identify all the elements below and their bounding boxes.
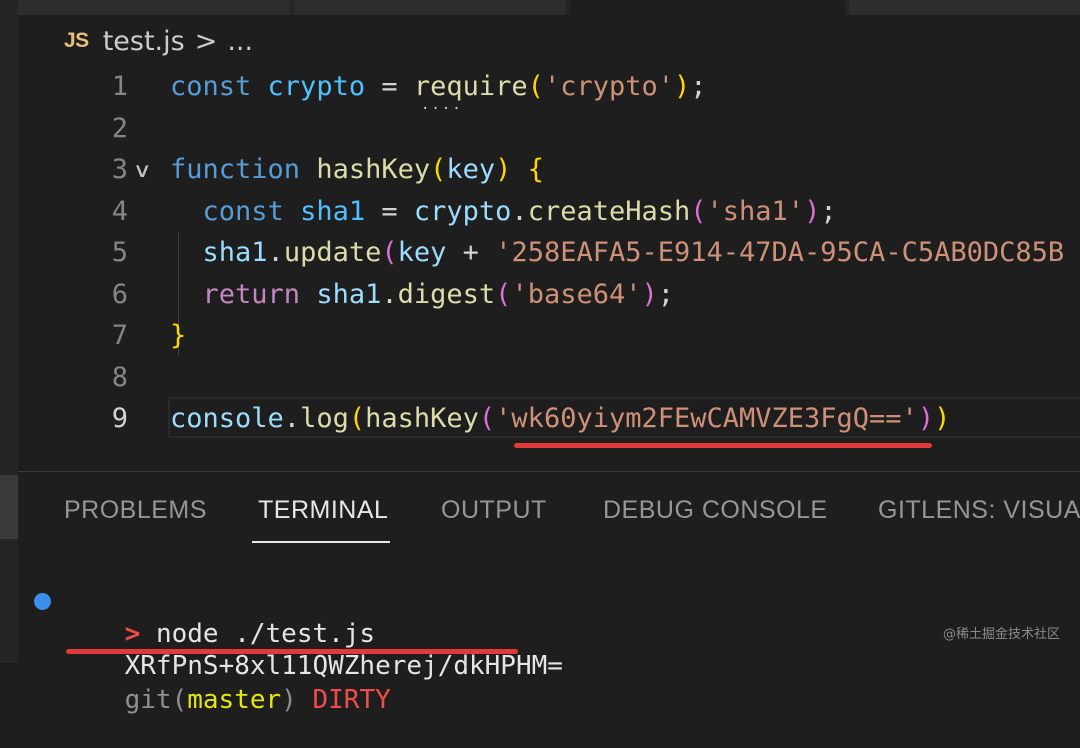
editor-tab-active[interactable] — [570, 0, 845, 15]
breadcrumb-file[interactable]: test.js — [103, 26, 185, 57]
code-text: console.log(hashKey('wk60yiym2FEwCAMVZE3… — [170, 403, 951, 434]
line-number: 2 — [111, 112, 128, 144]
breadcrumb: JS test.js > ... — [64, 24, 253, 58]
terminal-git-prompt: git(master) DIRTY — [62, 652, 391, 748]
code-text: } — [170, 320, 187, 351]
activity-bar-edge — [0, 15, 18, 663]
tab-output[interactable]: OUTPUT — [441, 496, 547, 525]
code-text: return sha1.digest('base64'); — [202, 278, 675, 310]
bottom-panel: PROBLEMS TERMINAL OUTPUT DEBUG CONSOLE G… — [18, 471, 1080, 715]
editor-tab[interactable] — [294, 0, 566, 15]
tab-problems[interactable]: PROBLEMS — [64, 496, 207, 525]
annotation-underline — [514, 443, 932, 448]
line-number: 6 — [111, 278, 128, 310]
code-line[interactable]: 8 — [18, 357, 1080, 399]
code-text: const crypto = require('crypto'); — [170, 71, 707, 102]
code-line[interactable]: 5 sha1.update(key + '258EAFA5-E914-47DA-… — [18, 232, 1080, 274]
line-number: 8 — [111, 361, 128, 393]
line-number: 5 — [111, 237, 128, 268]
git-suffix: ) — [281, 685, 297, 715]
line-number: 3 — [111, 154, 128, 185]
code-line[interactable]: 2 — [18, 108, 1080, 150]
editor-tab[interactable] — [18, 0, 290, 15]
line-number: 4 — [111, 195, 128, 227]
fold-chevron-icon[interactable]: ∨ — [133, 160, 152, 180]
line-number: 1 — [111, 71, 128, 102]
git-dirty-status: DIRTY — [312, 685, 391, 715]
tab-terminal[interactable]: TERMINAL — [258, 496, 388, 525]
editor-tab-strip — [0, 0, 1080, 15]
breadcrumb-symbol[interactable]: ... — [227, 26, 253, 57]
watermark: @稀土掘金技术社区 — [942, 627, 1060, 642]
code-line[interactable]: 4 const sha1 = crypto.createHash('sha1')… — [18, 191, 1080, 233]
tab-debug-console[interactable]: DEBUG CONSOLE — [603, 496, 828, 525]
code-line[interactable]: 6 return sha1.digest('base64'); — [18, 274, 1080, 316]
code-text: sha1.update(key + '258EAFA5-E914-47DA-95… — [202, 237, 1065, 268]
editor-tab[interactable] — [849, 0, 1080, 15]
code-text: function hashKey(key) { — [170, 154, 544, 185]
git-branch: master — [187, 685, 282, 715]
git-prefix: git( — [124, 685, 188, 715]
code-text: const sha1 = crypto.createHash('sha1'); — [202, 195, 837, 227]
active-tab-indicator — [252, 541, 390, 543]
code-line[interactable]: 7} — [18, 315, 1080, 357]
javascript-file-icon: JS — [64, 29, 89, 52]
code-line[interactable]: 1 const crypto = require('crypto'); — [18, 66, 1080, 108]
line-number: 9 — [111, 403, 128, 434]
breadcrumb-separator-icon: > — [194, 25, 218, 57]
command-status-dot-icon[interactable] — [34, 593, 51, 610]
activity-bar-item[interactable] — [0, 475, 18, 539]
line-number: 7 — [111, 320, 128, 351]
code-line[interactable]: 9 console.log(hashKey('wk60yiym2FEwCAMVZE… — [18, 398, 1080, 440]
tab-gitlens[interactable]: GITLENS: VISUAL — [878, 496, 1080, 525]
code-editor[interactable]: .... 1 const crypto = require('crypto'); 2… — [18, 66, 1080, 471]
panel-tab-bar: PROBLEMS TERMINAL OUTPUT DEBUG CONSOLE G… — [18, 472, 1080, 547]
code-line[interactable]: 3 ∨ function hashKey(key) { — [18, 149, 1080, 191]
